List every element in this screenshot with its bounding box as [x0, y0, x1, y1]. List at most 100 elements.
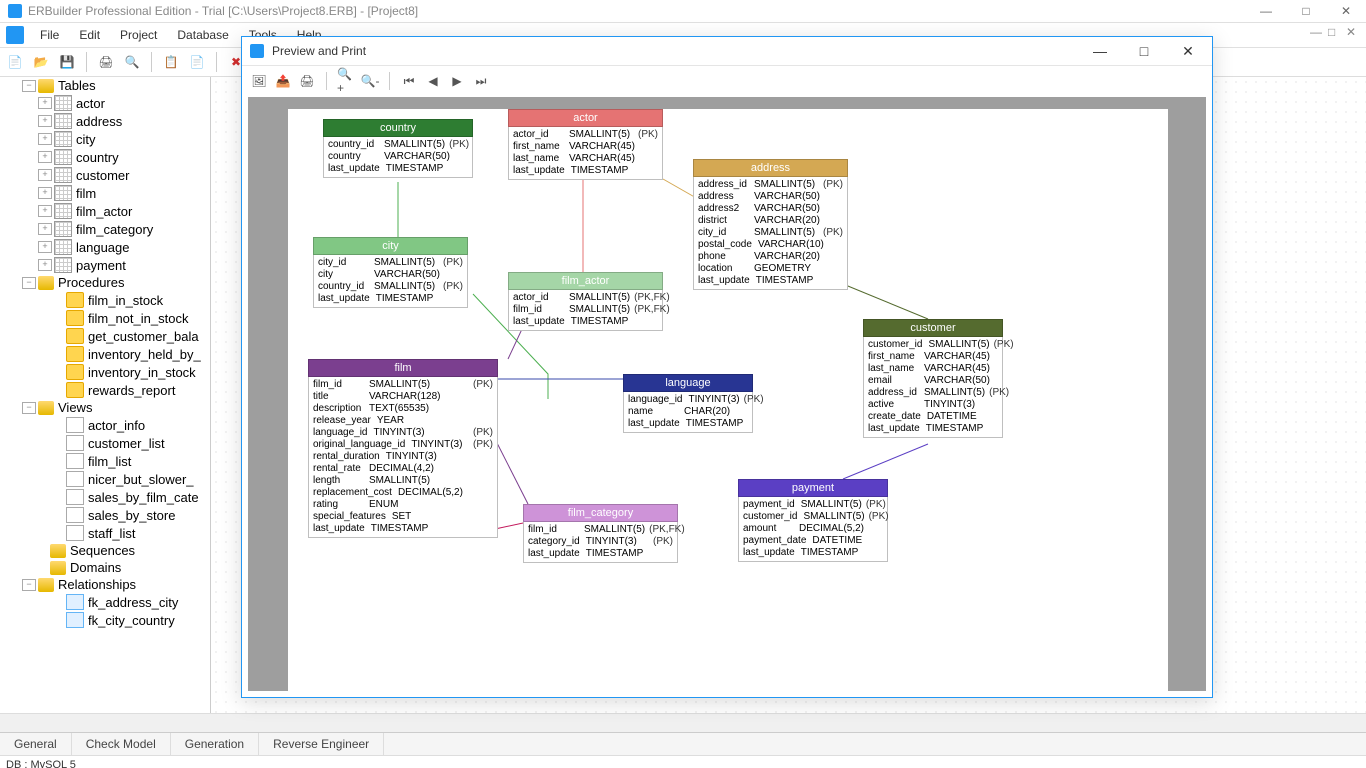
tree-table-payment[interactable]: +payment [0, 256, 210, 274]
tree-domains[interactable]: Domains [0, 559, 210, 576]
tab-generation[interactable]: Generation [171, 733, 259, 755]
entity-film_actor[interactable]: film_actoractor_idSMALLINT(5)(PK,FK)film… [508, 272, 663, 331]
next-page-icon[interactable]: ▶ [448, 72, 466, 90]
open-icon[interactable]: 📂 [30, 51, 52, 73]
tree-table-film[interactable]: +film [0, 184, 210, 202]
preview-maximize-button[interactable]: □ [1128, 43, 1160, 60]
entity-country[interactable]: countrycountry_idSMALLINT(5)(PK)countryV… [323, 119, 473, 178]
tree-view-sales_by_store[interactable]: sales_by_store [0, 506, 210, 524]
entity-header: language [623, 374, 753, 392]
zoom-out-icon[interactable]: 🔍- [361, 72, 379, 90]
tree-table-address[interactable]: +address [0, 112, 210, 130]
expand-icon[interactable]: + [38, 115, 52, 127]
expand-icon[interactable]: − [22, 277, 36, 289]
preview-minimize-button[interactable]: — [1084, 43, 1116, 60]
tree-table-film_category[interactable]: +film_category [0, 220, 210, 238]
tree-table-film_actor[interactable]: +film_actor [0, 202, 210, 220]
entity-header: customer [863, 319, 1003, 337]
expand-icon[interactable]: + [38, 133, 52, 145]
tab-general[interactable]: General [0, 733, 72, 755]
tree-view-sales_by_film_cate[interactable]: sales_by_film_cate [0, 488, 210, 506]
save-icon[interactable]: 💾 [56, 51, 78, 73]
folder-icon [38, 79, 54, 93]
tree-rel-fk_address_city[interactable]: fk_address_city [0, 593, 210, 611]
paste-icon[interactable]: 📄 [186, 51, 208, 73]
entity-customer[interactable]: customercustomer_idSMALLINT(5)(PK)first_… [863, 319, 1003, 438]
tree-proc-film_not_in_stock[interactable]: film_not_in_stock [0, 309, 210, 327]
maximize-button[interactable]: □ [1286, 0, 1326, 22]
tree-table-customer[interactable]: +customer [0, 166, 210, 184]
entity-payment[interactable]: paymentpayment_idSMALLINT(5)(PK)customer… [738, 479, 888, 562]
expand-icon[interactable]: + [38, 205, 52, 217]
column-row: last_updateTIMESTAMP [309, 523, 497, 535]
tree-sequences[interactable]: Sequences [0, 542, 210, 559]
prev-page-icon[interactable]: ◀ [424, 72, 442, 90]
app-title: ERBuilder Professional Edition - Trial [… [28, 4, 418, 18]
tree-rel-fk_city_country[interactable]: fk_city_country [0, 611, 210, 629]
expand-icon[interactable]: − [22, 402, 36, 414]
expand-icon[interactable]: + [38, 151, 52, 163]
sidebar-tree[interactable]: −Tables+actor+address+city+country+custo… [0, 77, 211, 713]
entity-address[interactable]: addressaddress_idSMALLINT(5)(PK)addressV… [693, 159, 848, 290]
close-button[interactable]: ✕ [1326, 0, 1366, 22]
menu-edit[interactable]: Edit [69, 28, 110, 42]
expand-icon[interactable]: − [22, 80, 36, 92]
preview-close-button[interactable]: ✕ [1172, 43, 1204, 60]
first-page-icon[interactable]: ⏮ [400, 72, 418, 90]
tree-procedures[interactable]: −Procedures [0, 274, 210, 291]
tree-proc-inventory_held_by_[interactable]: inventory_held_by_ [0, 345, 210, 363]
menu-file[interactable]: File [30, 28, 69, 42]
app-logo-icon [8, 4, 22, 18]
expand-icon[interactable]: + [38, 97, 52, 109]
copy-icon[interactable]: 📋 [160, 51, 182, 73]
menu-database[interactable]: Database [167, 28, 238, 42]
expand-icon[interactable]: − [22, 579, 36, 591]
image-icon[interactable]: 🖼 [250, 72, 268, 90]
tree-proc-inventory_in_stock[interactable]: inventory_in_stock [0, 363, 210, 381]
tree-proc-get_customer_bala[interactable]: get_customer_bala [0, 327, 210, 345]
tree-proc-rewards_report[interactable]: rewards_report [0, 381, 210, 399]
column-row: replacement_costDECIMAL(5,2) [309, 487, 497, 499]
tree-view-nicer_but_slower_[interactable]: nicer_but_slower_ [0, 470, 210, 488]
preview-icon[interactable]: 🔍 [121, 51, 143, 73]
print-icon[interactable]: 🖨 [298, 72, 316, 90]
zoom-in-icon[interactable]: 🔍+ [337, 72, 355, 90]
minimize-button[interactable]: — [1246, 0, 1286, 22]
tree-table-actor[interactable]: +actor [0, 94, 210, 112]
expand-icon[interactable]: + [38, 187, 52, 199]
horizontal-scrollbar[interactable] [0, 713, 1366, 732]
mdi-close-button[interactable]: ✕ [1346, 25, 1362, 41]
preview-canvas[interactable]: countrycountry_idSMALLINT(5)(PK)countryV… [248, 97, 1206, 691]
tree-table-country[interactable]: +country [0, 148, 210, 166]
tree-proc-film_in_stock[interactable]: film_in_stock [0, 291, 210, 309]
tree-table-city[interactable]: +city [0, 130, 210, 148]
mdi-maximize-button[interactable]: □ [1328, 25, 1344, 41]
entity-city[interactable]: citycity_idSMALLINT(5)(PK)cityVARCHAR(50… [313, 237, 468, 308]
entity-header: film [308, 359, 498, 377]
tree-view-film_list[interactable]: film_list [0, 452, 210, 470]
menu-project[interactable]: Project [110, 28, 167, 42]
tree-relationships[interactable]: −Relationships [0, 576, 210, 593]
mdi-minimize-button[interactable]: — [1310, 25, 1326, 41]
tree-table-language[interactable]: +language [0, 238, 210, 256]
last-page-icon[interactable]: ⏭ [472, 72, 490, 90]
tree-view-actor_info[interactable]: actor_info [0, 416, 210, 434]
print-icon[interactable]: 🖨 [95, 51, 117, 73]
expand-icon[interactable]: + [38, 223, 52, 235]
entity-language[interactable]: languagelanguage_idTINYINT(3)(PK)nameCHA… [623, 374, 753, 433]
tree-view-customer_list[interactable]: customer_list [0, 434, 210, 452]
column-row: last_updateTIMESTAMP [739, 547, 887, 559]
tab-reverse-engineer[interactable]: Reverse Engineer [259, 733, 384, 755]
entity-actor[interactable]: actoractor_idSMALLINT(5)(PK)first_nameVA… [508, 109, 663, 180]
expand-icon[interactable]: + [38, 259, 52, 271]
tree-view-staff_list[interactable]: staff_list [0, 524, 210, 542]
export-icon[interactable]: 📤 [274, 72, 292, 90]
tree-views[interactable]: −Views [0, 399, 210, 416]
expand-icon[interactable]: + [38, 169, 52, 181]
tab-check-model[interactable]: Check Model [72, 733, 171, 755]
tree-tables[interactable]: −Tables [0, 77, 210, 94]
entity-film_category[interactable]: film_categoryfilm_idSMALLINT(5)(PK,FK)ca… [523, 504, 678, 563]
new-icon[interactable]: 📄 [4, 51, 26, 73]
entity-film[interactable]: filmfilm_idSMALLINT(5)(PK)titleVARCHAR(1… [308, 359, 498, 538]
expand-icon[interactable]: + [38, 241, 52, 253]
